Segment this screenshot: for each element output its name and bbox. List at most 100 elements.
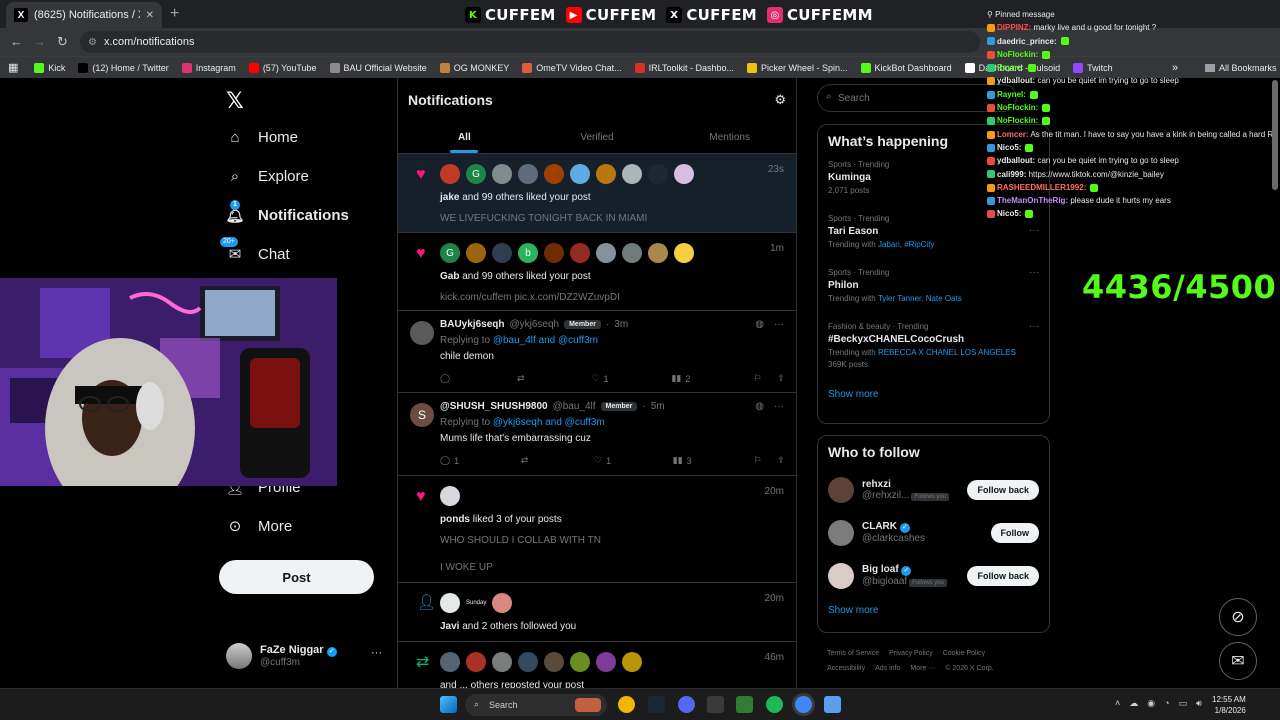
avatar[interactable]: b xyxy=(518,243,538,263)
avatar[interactable] xyxy=(466,243,486,263)
views-button[interactable]: ▮▮ 3 xyxy=(673,455,692,466)
bookmark-item[interactable]: (12) Home / Twitter xyxy=(78,62,169,73)
reply-tweet[interactable]: S @SHUSH_SHUSH9800 @bau_4lf Member · 5m … xyxy=(398,393,796,476)
avatar[interactable] xyxy=(648,164,668,184)
avatar[interactable] xyxy=(570,243,590,263)
nav-item-notifications[interactable]: 🔔︎ 1 Notifications xyxy=(225,200,349,224)
notification-user[interactable]: ponds xyxy=(440,514,470,525)
footer-link[interactable]: Ads info xyxy=(875,665,900,672)
tab-all[interactable]: All xyxy=(398,122,531,153)
bookmark-button[interactable]: ⚐ ⇪ xyxy=(753,373,785,384)
chrome-icon[interactable] xyxy=(618,696,635,713)
forward-icon[interactable]: → xyxy=(33,34,46,49)
bookmark-item[interactable]: OG MONKEY xyxy=(439,62,509,73)
avatar[interactable] xyxy=(622,243,642,263)
follow-back-button[interactable]: Follow back xyxy=(967,565,1039,586)
bookmark-item[interactable]: Instagram xyxy=(181,62,236,73)
tweet-author-name[interactable]: BAUykj6seqh xyxy=(440,319,504,330)
bookmark-button[interactable]: ⚐ ⇪ xyxy=(753,455,785,466)
tab-mentions[interactable]: Mentions xyxy=(663,122,796,153)
avatar[interactable]: S xyxy=(410,403,434,427)
like-button[interactable]: ♡ 1 xyxy=(591,373,608,384)
trend-item[interactable]: Fashion & beauty · Trending ··· #BeckyxC… xyxy=(818,319,1049,375)
apps-grid-icon[interactable]: ▦ xyxy=(8,61,18,74)
reply-tweet[interactable]: BAUykj6seqh @ykj6seqh Member · 3m ◍ ··· R… xyxy=(398,311,796,393)
footer-link[interactable]: Accessibility xyxy=(827,665,865,672)
nav-item-chat[interactable]: ✉ 20+ Chat xyxy=(220,237,290,263)
bookmark-item[interactable]: Picker Wheel - Spin... xyxy=(747,62,848,73)
browser-tab[interactable]: X (8625) Notifications / X ✕ xyxy=(6,2,162,28)
app-icon[interactable] xyxy=(736,696,753,713)
footer-link[interactable]: More ··· xyxy=(910,665,935,672)
app-tray-icon[interactable]: ◉ xyxy=(1147,698,1155,709)
trend-more-icon[interactable]: ··· xyxy=(1029,225,1039,236)
avatar[interactable] xyxy=(492,652,512,672)
taskbar-search[interactable]: ⌕ Search xyxy=(465,694,607,716)
avatar[interactable]: G xyxy=(440,243,460,263)
chat-username[interactable]: Raynel: xyxy=(997,90,1026,99)
tweet-author-handle[interactable]: @bau_4lf xyxy=(553,401,596,412)
discord-icon[interactable] xyxy=(678,696,695,713)
notification-user[interactable]: Javi xyxy=(440,621,459,632)
chat-username[interactable]: ydballout: xyxy=(997,76,1035,85)
chat-username[interactable]: Nico5: xyxy=(997,143,1021,152)
avatar[interactable] xyxy=(596,164,616,184)
avatar[interactable] xyxy=(674,164,694,184)
avatar[interactable] xyxy=(544,164,564,184)
bookmark-item[interactable]: Kick xyxy=(34,62,65,73)
app-icon[interactable] xyxy=(707,696,724,713)
chat-username[interactable]: ydballout: xyxy=(997,156,1035,165)
bookmark-item[interactable]: BAU Official Website xyxy=(329,62,427,73)
follow-suggestion[interactable]: CLARK ✓ @clarkcashes Follow xyxy=(818,511,1049,554)
show-more-trends-link[interactable]: Show more xyxy=(818,381,1049,408)
volume-icon[interactable]: 🔊︎ xyxy=(1196,698,1202,709)
suggestion-name[interactable]: CLARK xyxy=(862,521,897,532)
avatar[interactable] xyxy=(674,243,694,263)
tweet-author-handle[interactable]: @ykj6seqh xyxy=(509,319,559,330)
nav-item-explore[interactable]: ⌕ Explore xyxy=(226,167,309,185)
avatar[interactable] xyxy=(570,164,590,184)
nav-item-home[interactable]: ⌂ Home xyxy=(226,128,298,146)
tray-overflow-icon[interactable]: ˄ xyxy=(1115,698,1120,709)
avatar[interactable] xyxy=(518,164,538,184)
windows-start-icon[interactable] xyxy=(440,696,457,713)
notification-user[interactable]: Gab xyxy=(440,271,459,282)
avatar[interactable]: G xyxy=(466,164,486,184)
footer-link[interactable]: © 2026 X Corp. xyxy=(945,665,993,672)
cloud-icon[interactable]: ☁ xyxy=(1129,698,1138,709)
repost-button[interactable]: ⇄ xyxy=(521,455,533,466)
reply-button[interactable]: ◯ xyxy=(440,373,454,384)
avatar[interactable] xyxy=(596,652,616,672)
share-icon[interactable]: ⇪ xyxy=(777,455,785,466)
like-button[interactable]: ♡ 1 xyxy=(594,455,611,466)
avatar[interactable] xyxy=(622,652,642,672)
chat-username[interactable]: Lomcer: xyxy=(997,130,1029,139)
scrollbar[interactable] xyxy=(1272,80,1278,190)
reload-icon[interactable]: ↻ xyxy=(57,34,68,50)
chat-username[interactable]: Rayne: xyxy=(997,63,1024,72)
footer-link[interactable]: Terms of Service xyxy=(827,650,879,657)
reply-button[interactable]: ◯ 1 xyxy=(440,455,459,466)
nav-item-more[interactable]: ⊙ More xyxy=(226,517,292,536)
replying-to-users[interactable]: @bau_4lf and @cuff3m xyxy=(493,335,598,346)
suggestion-name[interactable]: rehxzi xyxy=(862,479,959,490)
avatar[interactable] xyxy=(492,243,512,263)
avatar[interactable] xyxy=(828,562,854,589)
grok-button[interactable]: ⊘ xyxy=(1219,598,1257,636)
suggestion-name[interactable]: Big loaf xyxy=(862,564,899,575)
chat-username[interactable]: NoFlockin: xyxy=(997,116,1038,125)
trend-more-icon[interactable]: ··· xyxy=(1029,321,1039,332)
avatar[interactable] xyxy=(544,243,564,263)
avatar[interactable] xyxy=(440,593,460,613)
tweet-time[interactable]: 5m xyxy=(651,401,665,412)
notification-like[interactable]: ♥ 20m ponds liked 3 of your posts WHO SH… xyxy=(398,476,796,583)
avatar[interactable] xyxy=(492,164,512,184)
post-button[interactable]: Post xyxy=(219,560,374,594)
avatar[interactable] xyxy=(622,164,642,184)
chat-username[interactable]: TheManOnTheRig: xyxy=(997,196,1068,205)
tweet-time[interactable]: 3m xyxy=(614,319,628,330)
bookmark-item[interactable]: IRLToolkit - Dashbo... xyxy=(634,62,734,73)
new-tab-button[interactable]: + xyxy=(170,5,179,23)
follow-suggestion[interactable]: Big loaf ✓ @bigloaaf Follows you Follow b… xyxy=(818,554,1049,597)
trend-with-links[interactable]: REBECCA X CHANEL LOS ANGELES xyxy=(878,348,1016,357)
